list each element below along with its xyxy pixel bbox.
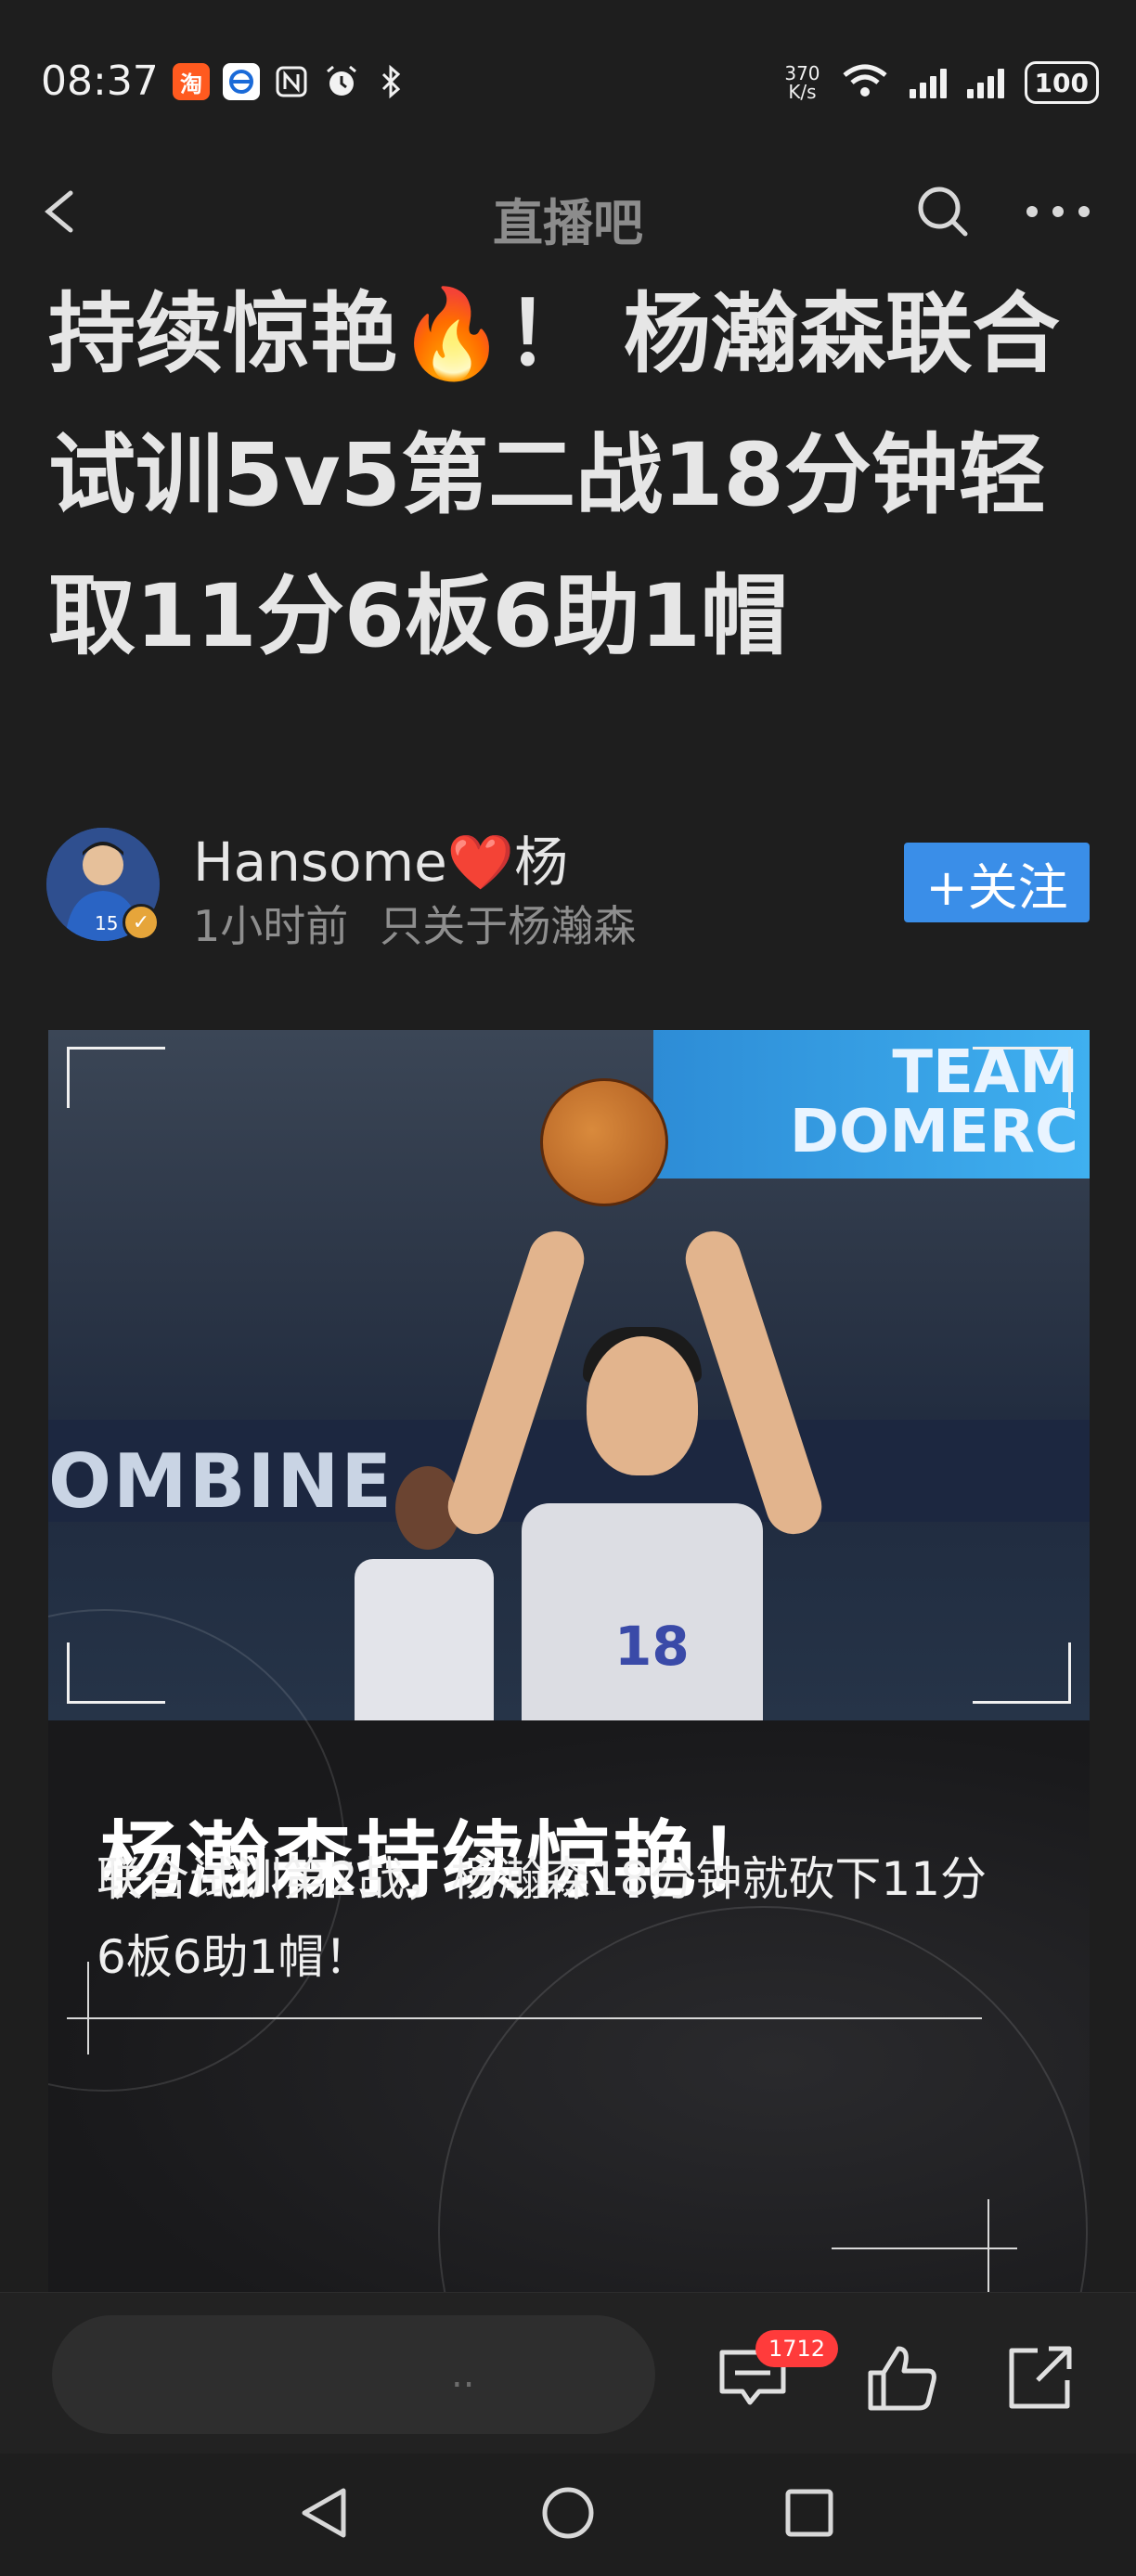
post-title: 持续惊艳🔥！ 杨瀚森联合试训5v5第二战18分钟轻取11分6板6助1帽 <box>48 284 1060 667</box>
more-dots-icon <box>1026 206 1090 217</box>
follow-button[interactable]: +关注 <box>904 843 1090 922</box>
author-name[interactable]: Hansome❤️杨 <box>193 818 568 896</box>
frame-corner <box>67 1047 165 1108</box>
author-tagline: 只关于杨瀚森 <box>380 901 637 951</box>
comment-input[interactable]: .. <box>52 2315 655 2434</box>
system-back-button[interactable] <box>295 2483 353 2543</box>
square-recents-icon <box>785 2489 833 2537</box>
status-bar: 08:37 淘 370 K/s 100 <box>0 0 1136 176</box>
more-button[interactable] <box>1023 182 1093 241</box>
share-button[interactable] <box>1006 2343 1075 2412</box>
circle-home-icon <box>542 2487 594 2539</box>
status-right-group: 370 K/s 100 <box>784 61 1099 104</box>
article-photo: TEAM DOMERC OMBINE 18 <box>48 1030 1090 1735</box>
jersey-number: 18 <box>614 1615 690 1678</box>
system-recents-button[interactable] <box>783 2487 835 2539</box>
nfc-icon <box>273 63 310 100</box>
taobao-icon: 淘 <box>173 63 210 100</box>
net-speed: 370 K/s <box>784 64 820 101</box>
system-home-button[interactable] <box>540 2485 596 2541</box>
telecom-icon <box>223 63 260 100</box>
net-speed-value: 370 <box>784 62 820 84</box>
signal-icon-1 <box>909 67 947 98</box>
net-speed-unit: K/s <box>788 81 817 103</box>
caption-divider-vertical <box>87 1962 89 2054</box>
comment-count-badge: 1712 <box>755 2330 839 2367</box>
wifi-icon <box>841 62 889 103</box>
status-notification-icons: 淘 <box>173 63 410 100</box>
image-caption-panel: 杨瀚森持续惊艳！ 联合试训第2战，杨瀚森18分钟就砍下11分6板6助1帽！ <box>48 1609 1090 2292</box>
search-icon <box>918 187 968 237</box>
avatar-jersey-number: 15 <box>95 912 118 934</box>
bluetooth-icon <box>373 63 410 100</box>
top-nav-bar: 直播吧 <box>0 176 1136 252</box>
article-image[interactable]: TEAM DOMERC OMBINE 18 杨瀚森持续惊艳！ 联合试训第2战，杨… <box>48 1030 1090 2292</box>
alarm-icon <box>323 63 360 100</box>
verified-badge-icon: ✓ <box>123 904 160 941</box>
post-time: 1小时前 <box>193 901 349 951</box>
deco-line <box>988 2199 989 2292</box>
triangle-back-icon <box>302 2488 346 2538</box>
caption-text: 联合试训第2战，杨瀚森18分钟就砍下11分6板6助1帽！ <box>97 1852 988 1984</box>
author-meta: 1小时前 只关于杨瀚森 <box>193 893 636 954</box>
system-nav-bar <box>0 2454 1136 2576</box>
battery-indicator: 100 <box>1024 61 1099 104</box>
bottom-action-bar: .. 1712 <box>0 2292 1136 2454</box>
caption-divider <box>67 2017 982 2019</box>
arena-banner-text: OMBINE <box>48 1438 394 1525</box>
search-button[interactable] <box>913 182 973 241</box>
frame-corner <box>973 1047 1071 1108</box>
share-icon <box>1009 2346 1072 2409</box>
main-player: 18 <box>440 1224 830 1735</box>
frame-corner <box>973 1642 1071 1704</box>
comment-placeholder: .. <box>451 2353 475 2396</box>
basketball <box>540 1078 668 1206</box>
like-button[interactable] <box>867 2343 939 2412</box>
status-time: 08:37 <box>41 58 159 105</box>
deco-line <box>832 2248 1017 2249</box>
thumbs-up-icon <box>868 2346 936 2411</box>
arena-screen-line-2: DOMERC <box>789 1098 1078 1166</box>
signal-icon-2 <box>966 67 1004 98</box>
